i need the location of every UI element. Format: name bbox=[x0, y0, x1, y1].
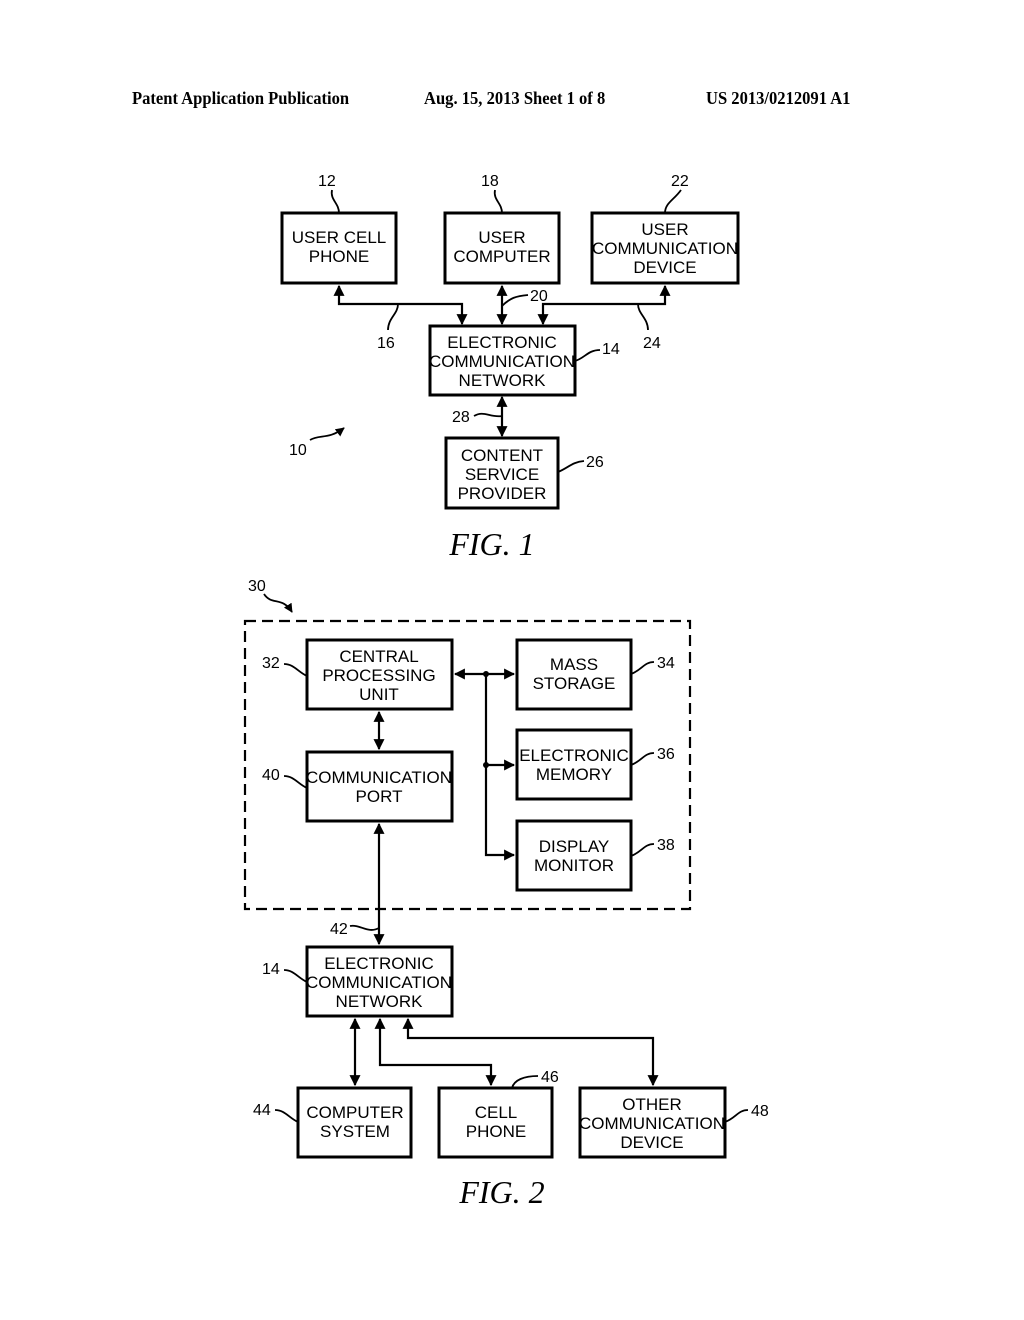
box-cpu: CENTRAL PROCESSING UNIT bbox=[305, 638, 454, 711]
box-network-fig1: ELECTRONIC COMMUNICATION NETWORK bbox=[428, 324, 577, 397]
box-user-computer: USER COMPUTER bbox=[443, 211, 561, 285]
ref-18: 18 bbox=[481, 173, 499, 190]
box-computer-system: COMPUTER SYSTEM bbox=[296, 1086, 413, 1159]
box-communication-port: COMMUNICATION PORT bbox=[305, 750, 454, 823]
ref-16: 16 bbox=[377, 335, 395, 352]
ref-10: 10 bbox=[289, 442, 307, 459]
ref-24: 24 bbox=[643, 335, 661, 352]
ref-12: 12 bbox=[318, 173, 336, 190]
box-other-communication-device: OTHER COMMUNICATION DEVICE bbox=[578, 1086, 727, 1159]
ref-14-fig2: 14 bbox=[262, 961, 280, 978]
ref-44: 44 bbox=[253, 1102, 271, 1119]
svg-text:CELLPHONE: CELL PHONE bbox=[466, 1103, 526, 1141]
box-electronic-memory: ELECTRONIC MEMORY bbox=[515, 728, 633, 801]
fig1-caption: FIG. 1 bbox=[448, 526, 534, 562]
ref-48: 48 bbox=[751, 1103, 769, 1120]
fig2-caption: FIG. 2 bbox=[458, 1174, 544, 1210]
svg-text:CONTENTSERVICEPROVIDER: CONTENT SERVICE PROVIDER bbox=[458, 446, 547, 503]
box-display-monitor: DISPLAY MONITOR bbox=[515, 819, 633, 892]
box-mass-storage: MASS STORAGE bbox=[515, 638, 633, 711]
ref-20: 20 bbox=[530, 288, 548, 305]
link-24-wire bbox=[537, 284, 671, 326]
fig2: 30 CENTRAL PROCESSING UNIT MASS STORAGE ELE… bbox=[243, 578, 769, 1210]
link-16-wire bbox=[333, 284, 468, 326]
ref-26: 26 bbox=[586, 454, 604, 471]
ref-38: 38 bbox=[657, 837, 675, 854]
fig1: USER CELL PHONE USER COMPUTER USER COMMUNIC… bbox=[280, 173, 740, 562]
svg-text:COMPUTERSYSTEM: COMPUTER SYSTEM bbox=[306, 1103, 403, 1141]
ref-32: 32 bbox=[262, 655, 280, 672]
ref-42: 42 bbox=[330, 921, 348, 938]
ref-46: 46 bbox=[541, 1069, 559, 1086]
ref-34: 34 bbox=[657, 655, 675, 672]
ref-30: 30 bbox=[248, 578, 266, 595]
svg-text:DISPLAYMONITOR: DISPLAY MONITOR bbox=[534, 837, 614, 875]
ref-14-fig1: 14 bbox=[602, 341, 620, 358]
box-content-service-provider: CONTENT SERVICE PROVIDER bbox=[444, 436, 560, 510]
ref-36: 36 bbox=[657, 746, 675, 763]
box-cell-phone: CELL PHONE bbox=[437, 1086, 554, 1159]
ref-22: 22 bbox=[671, 173, 689, 190]
patent-figures: USER CELL PHONE USER COMPUTER USER COMMUNIC… bbox=[243, 173, 769, 1210]
box-user-communication-device: USER COMMUNICATION DEVICE bbox=[590, 211, 740, 285]
ref-40: 40 bbox=[262, 767, 280, 784]
box-user-cell-phone: USER CELL PHONE bbox=[280, 211, 398, 285]
box-network-fig2: ELECTRONIC COMMUNICATION NETWORK bbox=[305, 945, 454, 1018]
ref-28: 28 bbox=[452, 409, 470, 426]
